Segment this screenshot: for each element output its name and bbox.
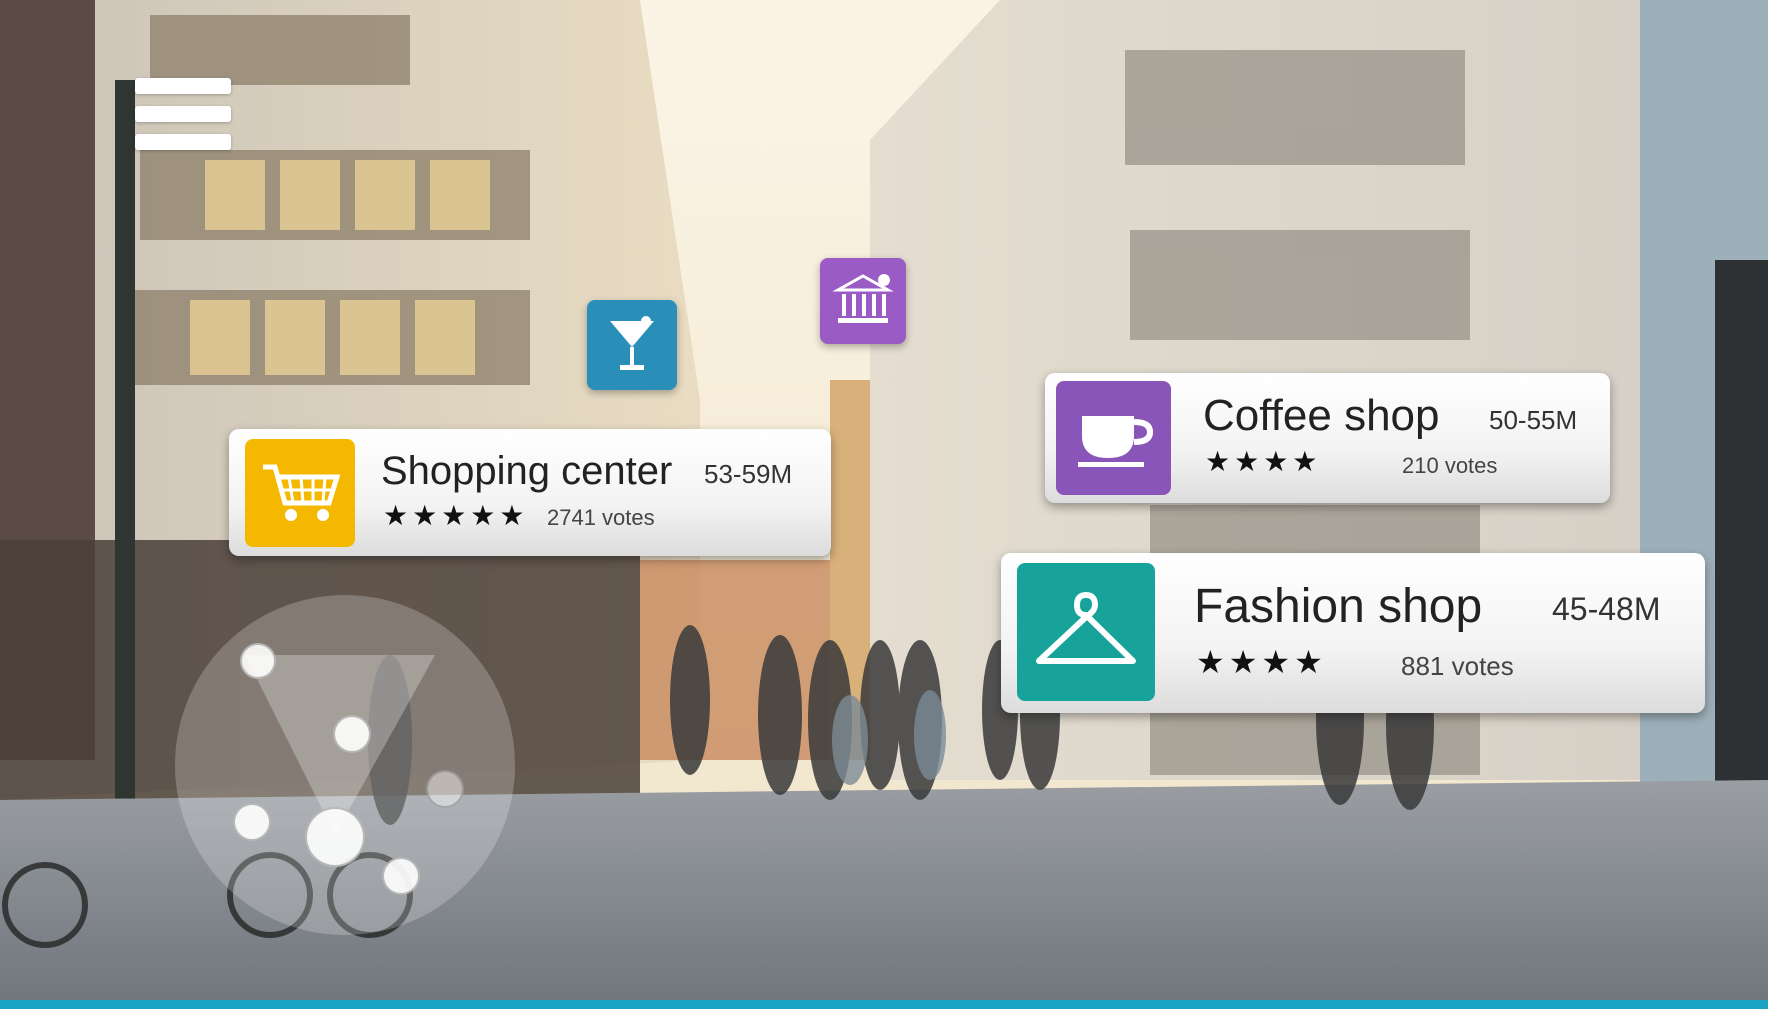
radar-minimap[interactable] bbox=[175, 595, 515, 935]
bottom-accent-bar bbox=[0, 1000, 1768, 1009]
coffee-shop-card[interactable]: Coffee shop 50-55M ★★★★ 210 votes bbox=[1045, 373, 1610, 503]
radar-poi-dot[interactable] bbox=[333, 715, 371, 753]
ar-street-view: Shopping center 53-59M ★★★★★ 2741 votes … bbox=[0, 0, 1768, 1009]
poi-distance: 50-55M bbox=[1489, 405, 1578, 435]
hanger-icon bbox=[1017, 563, 1155, 701]
poi-name: Fashion shop bbox=[1194, 580, 1483, 633]
poi-rating-stars: ★★★★ bbox=[1196, 644, 1327, 680]
radar-poi-dot[interactable] bbox=[426, 770, 464, 808]
cocktail-icon[interactable] bbox=[587, 300, 677, 390]
shopping-center-card[interactable]: Shopping center 53-59M ★★★★★ 2741 votes bbox=[229, 429, 831, 556]
poi-name: Coffee shop bbox=[1203, 391, 1440, 440]
poi-name: Shopping center bbox=[381, 449, 673, 493]
bank-icon[interactable] bbox=[820, 258, 906, 344]
poi-votes: 2741 votes bbox=[547, 505, 655, 530]
poi-votes: 210 votes bbox=[1402, 453, 1498, 478]
coffee-cup-icon bbox=[1056, 381, 1171, 495]
radar-view-cone bbox=[245, 655, 435, 835]
poi-rating-stars: ★★★★★ bbox=[383, 500, 529, 531]
poi-rating-stars: ★★★★ bbox=[1205, 446, 1322, 477]
radar-poi-dot[interactable] bbox=[240, 643, 276, 679]
radar-user-position bbox=[305, 807, 365, 867]
poi-distance: 45-48M bbox=[1552, 591, 1661, 627]
radar-poi-dot[interactable] bbox=[382, 857, 420, 895]
poi-votes: 881 votes bbox=[1401, 651, 1514, 681]
shopping-cart-icon bbox=[245, 439, 355, 547]
radar-poi-dot[interactable] bbox=[233, 803, 271, 841]
hamburger-menu-icon[interactable] bbox=[135, 78, 231, 150]
fashion-shop-card[interactable]: Fashion shop 45-48M ★★★★ 881 votes bbox=[1001, 553, 1705, 713]
poi-distance: 53-59M bbox=[704, 459, 793, 489]
